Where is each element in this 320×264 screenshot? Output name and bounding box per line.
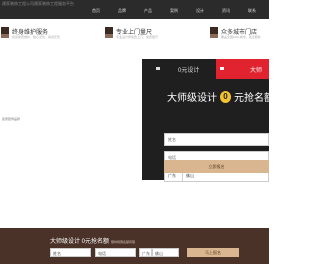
- nav-item-products[interactable]: 产品: [144, 8, 170, 14]
- tab-master[interactable]: 大师: [216, 59, 269, 79]
- top-nav-bar: 建家装饰工程公司建家装饰工程服务平台 首页 品牌 产品 案例 设计 资讯 联系: [0, 0, 269, 19]
- main-nav: 首页 品牌 产品 案例 设计 资讯 联系: [92, 8, 269, 14]
- bottom-city-value: 佛山: [155, 251, 163, 256]
- brand-caption: 建家装饰品牌: [2, 117, 21, 121]
- zero-badge: 0: [220, 90, 231, 103]
- service-card-stores[interactable]: 众多城市门店 覆盖全国100+城市，就近服务: [210, 25, 269, 45]
- service-thumbnail: [105, 27, 113, 38]
- bottom-title-text: 大师级设计 0元抢名额: [50, 239, 110, 245]
- bottom-signup-bar: 大师级设计 0元抢名额 限时特惠名额有限 姓名 电话 广东 佛山 马上报名: [0, 228, 269, 264]
- bottom-submit-button[interactable]: 马上报名: [187, 248, 239, 257]
- nav-item-contact[interactable]: 联系: [248, 8, 269, 14]
- service-desc: 覆盖全国100+城市，就近服务: [221, 35, 261, 39]
- nav-item-news[interactable]: 资讯: [222, 8, 248, 14]
- tab-label: 大师: [250, 68, 263, 74]
- submit-button[interactable]: 立即报名: [164, 160, 269, 173]
- master-icon: [220, 67, 224, 70]
- submit-label: 立即报名: [208, 164, 225, 169]
- nav-item-brand[interactable]: 品牌: [118, 8, 144, 14]
- bottom-subtitle: 限时特惠名额有限: [111, 240, 136, 244]
- bottom-submit-label: 马上报名: [205, 250, 221, 255]
- tab-free-design[interactable]: 0元设计: [142, 59, 216, 79]
- province-value: 广东: [168, 173, 176, 178]
- site-tagline: 建家装饰工程公司建家装饰工程服务平台: [2, 1, 74, 6]
- free-design-icon: [156, 67, 160, 70]
- service-desc: 专业设计师免费上门，免费量尺: [116, 35, 159, 39]
- city-value: 佛山: [186, 173, 194, 178]
- bottom-province-select[interactable]: 广东: [139, 248, 152, 257]
- bottom-name-field[interactable]: 姓名: [50, 248, 91, 257]
- nav-item-cases[interactable]: 案例: [170, 8, 196, 14]
- bottom-name-placeholder: 姓名: [53, 251, 61, 256]
- service-card-maintenance[interactable]: 终身维护服务 终身免费维护，放心无忧，得当无忧: [1, 25, 81, 45]
- nav-item-design[interactable]: 设计: [196, 8, 222, 14]
- service-desc: 终身免费维护，放心无忧，得当无忧: [12, 35, 61, 39]
- bottom-city-select[interactable]: 佛山: [152, 248, 179, 257]
- nav-item-home[interactable]: 首页: [92, 8, 118, 14]
- bottom-phone-placeholder: 电话: [98, 251, 106, 256]
- tab-label: 0元设计: [178, 68, 200, 74]
- panel-headline: 大师级设计 0 元抢名额: [167, 89, 269, 104]
- service-card-measure[interactable]: 专业上门量尺 专业设计师免费上门，免费量尺: [105, 25, 190, 45]
- headline-pre: 大师级设计: [167, 93, 217, 104]
- name-field[interactable]: 姓名: [164, 133, 269, 146]
- name-placeholder: 姓名: [168, 137, 176, 142]
- bottom-title: 大师级设计 0元抢名额 限时特惠名额有限: [50, 236, 135, 245]
- page: 建家装饰工程公司建家装饰工程服务平台 首页 品牌 产品 案例 设计 资讯 联系 …: [0, 0, 269, 264]
- service-thumbnail: [1, 27, 9, 38]
- bottom-province-value: 广东: [142, 251, 150, 256]
- bottom-phone-field[interactable]: 电话: [95, 248, 136, 257]
- service-thumbnail: [210, 27, 218, 38]
- headline-post: 元抢名额: [234, 93, 269, 104]
